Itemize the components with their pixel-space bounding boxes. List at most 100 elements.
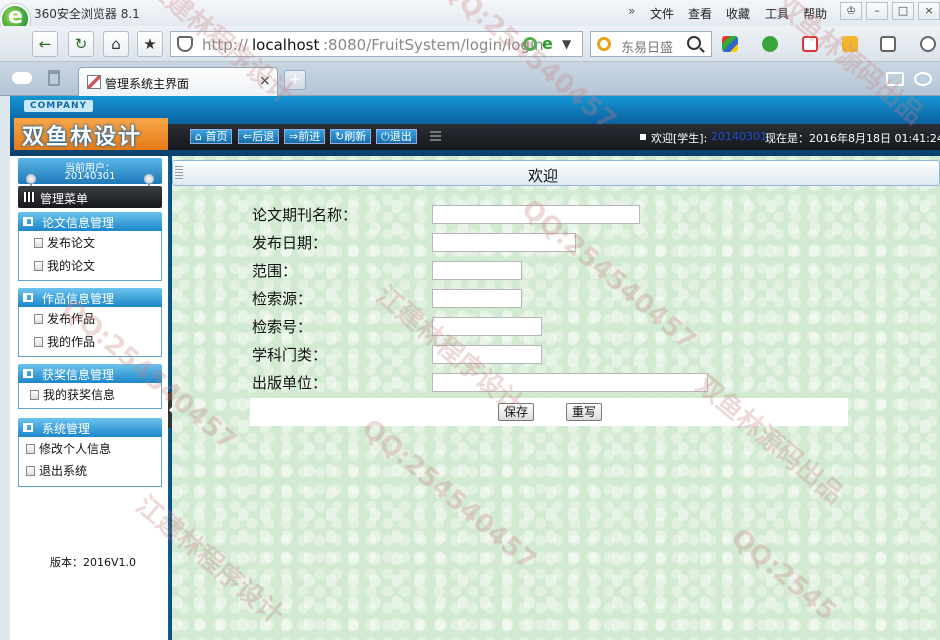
label-index-source: 检索源： [252, 290, 313, 308]
sidebar-item-logout[interactable]: 退出系统 [39, 462, 87, 479]
sidebar-item-my-papers[interactable]: 我的论文 [47, 257, 95, 274]
apps-icon[interactable] [722, 36, 738, 52]
search-box[interactable]: 东易日盛 [590, 31, 712, 57]
group-icon [23, 423, 33, 432]
nav-back-label: 后退 [252, 130, 275, 143]
menu-favorites[interactable]: 收藏 [726, 5, 750, 22]
new-tab-button[interactable]: + [284, 70, 306, 90]
close-tab-icon[interactable]: × [259, 73, 271, 89]
browser-toolbar: ← ↻ ⌂ ★ http:// localhost :8080/FruitSys… [0, 26, 940, 62]
group-paper-title: 论文信息管理 [42, 216, 115, 230]
sidebar-item-publish-work[interactable]: 发布作品 [47, 310, 95, 327]
tab-favicon-icon [87, 75, 101, 89]
sidebar-item-edit-profile[interactable]: 修改个人信息 [39, 440, 111, 457]
site-logo: 双鱼林设计 [14, 118, 168, 150]
scope-input[interactable] [432, 261, 522, 280]
label-index-number: 检索号： [252, 318, 313, 336]
tab-title: 管理系统主界面 [105, 77, 190, 91]
pin-icon [26, 174, 36, 191]
discipline-input[interactable] [432, 345, 542, 364]
page-icon [26, 466, 35, 476]
nav-logout-button[interactable]: ⏻退出 [376, 129, 417, 144]
money-icon[interactable] [762, 36, 778, 52]
index-source-input[interactable] [432, 289, 522, 308]
nav-refresh-button[interactable]: ↻刷新 [330, 129, 372, 144]
search-input[interactable]: 东易日盛 [621, 37, 677, 56]
publisher-input[interactable] [432, 373, 708, 392]
group-system-header[interactable]: 系统管理 [18, 418, 162, 437]
nav-home-button[interactable]: ⌂ 首页 [190, 129, 233, 144]
menu-tools[interactable]: 工具 [765, 5, 789, 22]
group-awards-header[interactable]: 获奖信息管理 [18, 364, 162, 383]
company-tag: COMPANY [24, 100, 93, 112]
menu-help[interactable]: 帮助 [803, 5, 827, 22]
tab-main[interactable]: 管理系统主界面 × [78, 67, 278, 96]
pin-icon [144, 174, 154, 191]
save-button[interactable]: 保存 [498, 403, 535, 421]
back-arrow-icon[interactable]: ← [32, 31, 58, 57]
group-icon [23, 217, 33, 226]
refresh-icon[interactable]: ↻ [68, 31, 94, 57]
star-icon[interactable]: ★ [137, 31, 163, 57]
skin-icon[interactable]: ♔ [840, 2, 862, 20]
label-journal-name: 论文期刊名称： [252, 206, 358, 224]
menu-file[interactable]: 文件 [650, 5, 674, 22]
nav-back-button[interactable]: ⇐后退 [238, 129, 280, 144]
undo-icon[interactable] [914, 72, 932, 86]
page-banner: COMPANY 双鱼林设计 ⌂ 首页 ⇐后退 ⇒前进 ↻刷新 ⏻退出 欢迎[学生… [10, 96, 940, 156]
screenshot-icon[interactable] [880, 36, 896, 52]
label-publish-date: 发布日期： [252, 234, 328, 252]
nav-forward-button[interactable]: ⇒前进 [284, 129, 326, 144]
group-paper-header[interactable]: 论文信息管理 [18, 212, 162, 231]
adblock-icon[interactable] [802, 36, 818, 52]
close-window-icon[interactable]: × [918, 2, 940, 20]
page-icon [34, 337, 43, 347]
tab-restore-icon[interactable] [886, 72, 904, 86]
tab-bar: 管理系统主界面 × + [0, 62, 940, 96]
minimize-icon[interactable]: – [866, 2, 888, 20]
reset-button[interactable]: 重写 [566, 403, 603, 421]
menu-header-label: 管理菜单 [40, 192, 89, 206]
address-bar[interactable]: http:// localhost :8080/FruitSystem/logi… [170, 31, 583, 57]
nav-refresh-label: 刷新 [344, 130, 367, 143]
search-icon[interactable] [687, 36, 701, 50]
menu-header: 管理菜单 [18, 186, 162, 208]
sidebar-item-my-awards[interactable]: 我的获奖信息 [43, 386, 115, 403]
chevron-down-icon[interactable]: ▼ [562, 37, 571, 51]
home-icon[interactable]: ⌂ [103, 31, 129, 57]
version-label: 版本：2016V1.0 [50, 556, 137, 569]
search-engine-icon[interactable] [597, 37, 611, 51]
bullet-icon [640, 134, 646, 140]
menu-more-icon[interactable]: » [628, 4, 635, 18]
page-icon [26, 444, 35, 454]
journal-name-input[interactable] [432, 205, 640, 224]
browser-name: 360安全浏览器 8.1 [34, 7, 140, 21]
grid-icon [24, 192, 35, 202]
form-button-row: 保存 重写 [250, 398, 848, 426]
label-scope: 范围： [252, 262, 298, 280]
ie-mode-icon[interactable]: e [542, 34, 553, 53]
nav-logout-label: 退出 [389, 130, 412, 143]
trash-icon[interactable] [48, 70, 60, 86]
group-works-header[interactable]: 作品信息管理 [18, 288, 162, 307]
sidebar-item-publish-paper[interactable]: 发布论文 [47, 234, 95, 251]
label-discipline: 学科门类： [252, 346, 328, 364]
sidebar-item-my-works[interactable]: 我的作品 [47, 333, 95, 350]
maximize-icon[interactable]: □ [892, 2, 914, 20]
web-page: COMPANY 双鱼林设计 ⌂ 首页 ⇐后退 ⇒前进 ↻刷新 ⏻退出 欢迎[学生… [10, 96, 940, 640]
page-title: 欢迎 [527, 167, 558, 185]
welcome-user: 20140301 [711, 130, 767, 143]
page-icon [34, 314, 43, 324]
nav-home-label: 首页 [205, 130, 228, 143]
group-awards-title: 获奖信息管理 [42, 368, 115, 382]
index-number-input[interactable] [432, 317, 542, 336]
menu-view[interactable]: 查看 [688, 5, 712, 22]
page-icon [34, 261, 43, 271]
publish-date-input[interactable] [432, 233, 576, 252]
zoom-icon[interactable] [920, 36, 936, 52]
cloud-icon[interactable] [12, 72, 32, 84]
page-icon [30, 390, 39, 400]
coupon-icon[interactable] [842, 36, 858, 52]
compat-mode-icon[interactable] [523, 37, 537, 51]
current-user-id: 20140301 [64, 171, 116, 182]
